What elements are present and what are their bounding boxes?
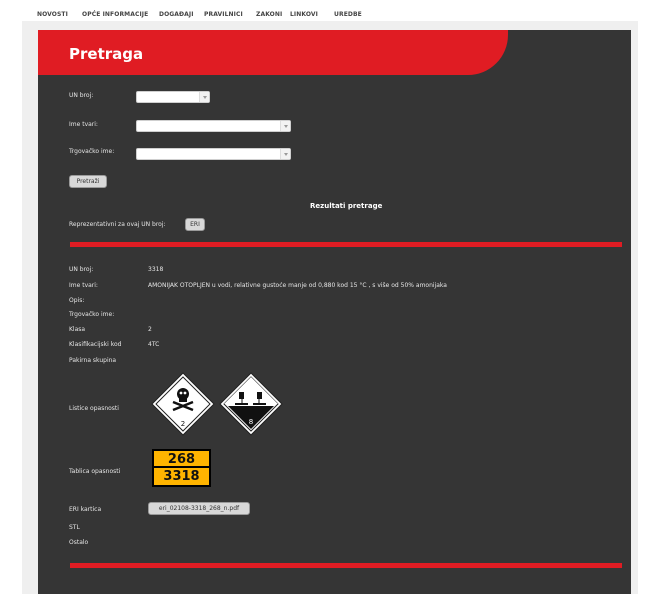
page-title: Pretraga: [69, 45, 144, 63]
hazard-plate: 268 3318: [152, 449, 211, 487]
detail-class-value: 2: [148, 326, 152, 333]
hazard-class-number: 8: [249, 418, 253, 426]
eri-button[interactable]: ERI: [185, 218, 205, 231]
header-tab: Pretraga: [38, 30, 508, 75]
nav-dogadaji[interactable]: DOGAĐAJI: [159, 11, 194, 18]
search-button[interactable]: Pretraži: [69, 175, 107, 188]
un-number-select[interactable]: [136, 91, 210, 103]
results-title: Rezultati pretrage: [310, 202, 383, 210]
nav-linkovi[interactable]: LINKOVI: [290, 11, 318, 18]
detail-code-value: 4TC: [148, 341, 160, 348]
chevron-down-icon: [280, 149, 290, 159]
search-panel: Pretraga UN broj: Ime tvari: Trgovačko i…: [38, 30, 631, 594]
nav-pravilnici[interactable]: PRAVILNICI: [204, 11, 243, 18]
divider-top: [70, 242, 622, 247]
detail-name-value: AMONIJAK OTOPLJEN u vodi, relativne gust…: [148, 282, 447, 289]
detail-un-label: UN broj:: [69, 266, 94, 273]
chevron-down-icon: [199, 92, 209, 102]
chevron-down-icon: [280, 121, 290, 131]
substance-name-label: Ime tvari:: [69, 121, 98, 128]
corrosive-hazard-label: 8: [219, 372, 283, 436]
eri-file-link[interactable]: eri_02108-3318_268_n.pdf: [148, 502, 250, 515]
hazard-identification-number: 268: [154, 451, 209, 468]
detail-description-label: Opis:: [69, 297, 85, 304]
un-number-plate: 3318: [163, 469, 200, 484]
trade-name-select[interactable]: [136, 148, 291, 160]
un-number-label: UN broj:: [69, 92, 94, 99]
hazard-class-number: 2: [181, 420, 185, 428]
nav-opce-informacije[interactable]: OPĆE INFORMACIJE: [82, 11, 148, 18]
detail-name-label: Ime tvari:: [69, 282, 98, 289]
detail-un-value: 3318: [148, 266, 164, 273]
eri-card-label: ERI kartica: [69, 506, 102, 513]
hazard-labels-label: Listice opasnosti: [69, 405, 119, 412]
other-label: Ostalo: [69, 539, 89, 546]
nav-novosti[interactable]: NOVOSTI: [37, 11, 68, 18]
stl-label: STL: [69, 524, 80, 531]
nav-uredbe[interactable]: UREDBE: [334, 11, 362, 18]
representative-label: Reprezentativni za ovaj UN broj:: [69, 221, 166, 228]
detail-trade-label: Trgovačko ime:: [69, 311, 115, 318]
divider-bottom: [70, 563, 622, 568]
trade-name-label: Trgovačko ime:: [69, 148, 115, 155]
substance-name-select[interactable]: [136, 120, 291, 132]
nav-zakoni[interactable]: ZAKONI: [256, 11, 282, 18]
detail-pack-label: Pakirna skupina: [69, 357, 117, 364]
hazard-plate-label: Tablica opasnosti: [69, 468, 121, 475]
detail-code-label: Klasifikacijski kod: [69, 341, 122, 348]
detail-class-label: Klasa: [69, 326, 86, 333]
toxic-hazard-label: 2: [151, 372, 215, 436]
